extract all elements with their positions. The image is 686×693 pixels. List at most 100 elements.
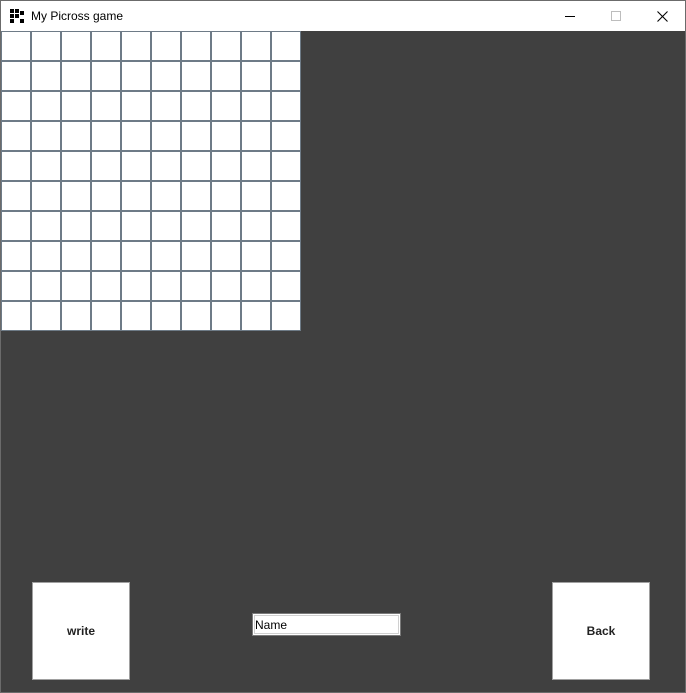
board-cell[interactable] <box>271 271 301 301</box>
board-cell[interactable] <box>31 211 61 241</box>
board-cell[interactable] <box>151 121 181 151</box>
board-cell[interactable] <box>61 211 91 241</box>
board-cell[interactable] <box>151 211 181 241</box>
board-cell[interactable] <box>241 121 271 151</box>
board-cell[interactable] <box>1 151 31 181</box>
board-cell[interactable] <box>121 91 151 121</box>
board-cell[interactable] <box>271 181 301 211</box>
board-cell[interactable] <box>1 91 31 121</box>
board-cell[interactable] <box>151 271 181 301</box>
board-cell[interactable] <box>121 151 151 181</box>
board-cell[interactable] <box>121 271 151 301</box>
board-cell[interactable] <box>211 301 241 331</box>
board-cell[interactable] <box>31 151 61 181</box>
board-cell[interactable] <box>31 271 61 301</box>
board-cell[interactable] <box>211 61 241 91</box>
board-cell[interactable] <box>151 31 181 61</box>
board-cell[interactable] <box>241 61 271 91</box>
board-cell[interactable] <box>181 211 211 241</box>
board-cell[interactable] <box>151 301 181 331</box>
board-cell[interactable] <box>31 301 61 331</box>
write-button[interactable]: write <box>32 582 130 680</box>
board-cell[interactable] <box>271 301 301 331</box>
board-cell[interactable] <box>61 31 91 61</box>
board-cell[interactable] <box>91 151 121 181</box>
board-cell[interactable] <box>181 151 211 181</box>
board-cell[interactable] <box>91 271 121 301</box>
board-cell[interactable] <box>151 151 181 181</box>
board-cell[interactable] <box>241 211 271 241</box>
board-cell[interactable] <box>61 301 91 331</box>
board-cell[interactable] <box>1 121 31 151</box>
board-cell[interactable] <box>241 151 271 181</box>
board-cell[interactable] <box>211 181 241 211</box>
board-cell[interactable] <box>151 61 181 91</box>
board-cell[interactable] <box>121 241 151 271</box>
maximize-button[interactable] <box>593 1 639 31</box>
board-cell[interactable] <box>31 91 61 121</box>
board-cell[interactable] <box>1 211 31 241</box>
board-cell[interactable] <box>271 151 301 181</box>
board-cell[interactable] <box>211 31 241 61</box>
board-cell[interactable] <box>121 211 151 241</box>
board-cell[interactable] <box>181 271 211 301</box>
board-cell[interactable] <box>211 151 241 181</box>
board-cell[interactable] <box>181 241 211 271</box>
board-cell[interactable] <box>61 91 91 121</box>
board-cell[interactable] <box>31 241 61 271</box>
board-cell[interactable] <box>31 181 61 211</box>
board-cell[interactable] <box>1 181 31 211</box>
board-cell[interactable] <box>121 61 151 91</box>
board-cell[interactable] <box>91 301 121 331</box>
board-cell[interactable] <box>31 31 61 61</box>
board-cell[interactable] <box>181 301 211 331</box>
name-input[interactable] <box>252 613 401 636</box>
board-cell[interactable] <box>211 91 241 121</box>
board-cell[interactable] <box>91 181 121 211</box>
board-cell[interactable] <box>151 241 181 271</box>
board-cell[interactable] <box>61 121 91 151</box>
board-cell[interactable] <box>181 121 211 151</box>
board-cell[interactable] <box>91 241 121 271</box>
board-cell[interactable] <box>211 211 241 241</box>
board-cell[interactable] <box>181 181 211 211</box>
board-cell[interactable] <box>61 181 91 211</box>
board-cell[interactable] <box>271 91 301 121</box>
board-cell[interactable] <box>181 31 211 61</box>
board-cell[interactable] <box>1 301 31 331</box>
board-cell[interactable] <box>31 61 61 91</box>
board-cell[interactable] <box>121 121 151 151</box>
board-cell[interactable] <box>61 151 91 181</box>
board-cell[interactable] <box>121 181 151 211</box>
board-cell[interactable] <box>151 181 181 211</box>
board-cell[interactable] <box>1 271 31 301</box>
title-bar[interactable]: My Picross game <box>1 1 685 31</box>
board-cell[interactable] <box>61 241 91 271</box>
board-cell[interactable] <box>241 91 271 121</box>
board-cell[interactable] <box>91 121 121 151</box>
back-button[interactable]: Back <box>552 582 650 680</box>
board-cell[interactable] <box>271 211 301 241</box>
board-cell[interactable] <box>241 271 271 301</box>
board-cell[interactable] <box>241 301 271 331</box>
board-cell[interactable] <box>1 31 31 61</box>
board-cell[interactable] <box>61 271 91 301</box>
board-cell[interactable] <box>271 241 301 271</box>
board-cell[interactable] <box>241 31 271 61</box>
board-cell[interactable] <box>91 31 121 61</box>
board-cell[interactable] <box>241 241 271 271</box>
board-cell[interactable] <box>271 121 301 151</box>
board-cell[interactable] <box>121 301 151 331</box>
board-cell[interactable] <box>91 91 121 121</box>
board-cell[interactable] <box>271 61 301 91</box>
board-cell[interactable] <box>1 241 31 271</box>
board-cell[interactable] <box>121 31 151 61</box>
board-cell[interactable] <box>211 121 241 151</box>
board-cell[interactable] <box>1 61 31 91</box>
board-cell[interactable] <box>61 61 91 91</box>
board-cell[interactable] <box>91 211 121 241</box>
board-cell[interactable] <box>211 241 241 271</box>
board-cell[interactable] <box>241 181 271 211</box>
board-cell[interactable] <box>181 61 211 91</box>
minimize-button[interactable] <box>547 1 593 31</box>
